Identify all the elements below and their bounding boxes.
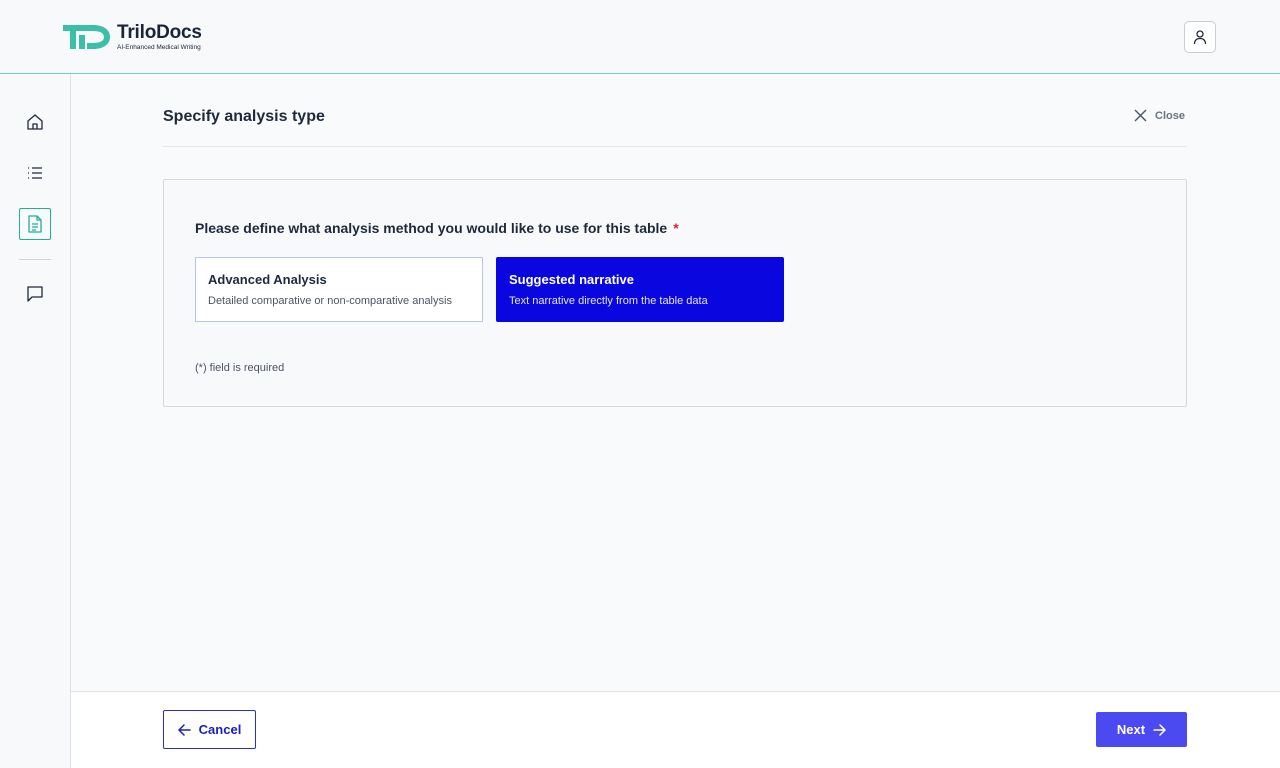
trilodocs-logo-mark bbox=[63, 25, 110, 49]
user-menu-button[interactable] bbox=[1184, 21, 1216, 53]
logo[interactable]: TriloDocs AI-Enhanced Medical Writing bbox=[63, 22, 202, 52]
chat-icon bbox=[27, 286, 43, 302]
sidebar-item-home[interactable] bbox=[19, 106, 51, 138]
document-icon bbox=[28, 215, 42, 233]
title-divider bbox=[163, 146, 1187, 147]
app-name: TriloDocs bbox=[117, 21, 202, 43]
close-label: Close bbox=[1155, 109, 1185, 122]
arrow-right-icon bbox=[1153, 723, 1166, 736]
arrow-left-icon bbox=[177, 723, 191, 736]
option-suggested-narrative[interactable]: Suggested narrative Text narrative direc… bbox=[496, 257, 784, 322]
sidebar-item-chat[interactable] bbox=[19, 278, 51, 310]
close-button[interactable]: Close bbox=[1134, 109, 1185, 122]
option-description: Text narrative directly from the table d… bbox=[509, 295, 708, 307]
required-mark: * bbox=[673, 220, 679, 236]
cancel-button[interactable]: Cancel bbox=[163, 710, 256, 749]
option-description: Detailed comparative or non-comparative … bbox=[208, 295, 452, 307]
user-icon bbox=[1193, 30, 1207, 45]
close-icon bbox=[1134, 109, 1147, 122]
list-icon bbox=[28, 167, 42, 179]
sidebar bbox=[0, 74, 71, 768]
app-header: TriloDocs AI-Enhanced Medical Writing bbox=[0, 0, 1280, 74]
next-label: Next bbox=[1116, 722, 1146, 737]
cancel-label: Cancel bbox=[198, 722, 242, 737]
option-title: Advanced Analysis bbox=[208, 272, 327, 287]
sidebar-item-list[interactable] bbox=[19, 157, 51, 189]
sidebar-divider bbox=[19, 259, 51, 260]
app-tagline: AI-Enhanced Medical Writing bbox=[117, 43, 201, 51]
required-field-note: (*) field is required bbox=[195, 362, 285, 374]
question-text: Please define what analysis method you w… bbox=[195, 220, 668, 236]
analysis-form-card: Please define what analysis method you w… bbox=[163, 179, 1187, 407]
home-icon bbox=[27, 114, 43, 130]
next-button[interactable]: Next bbox=[1096, 712, 1187, 747]
sidebar-item-document[interactable] bbox=[19, 208, 51, 240]
analysis-question: Please define what analysis method you w… bbox=[195, 220, 679, 236]
page-title: Specify analysis type bbox=[163, 108, 325, 125]
option-advanced-analysis[interactable]: Advanced Analysis Detailed comparative o… bbox=[195, 257, 483, 322]
option-title: Suggested narrative bbox=[509, 272, 634, 287]
